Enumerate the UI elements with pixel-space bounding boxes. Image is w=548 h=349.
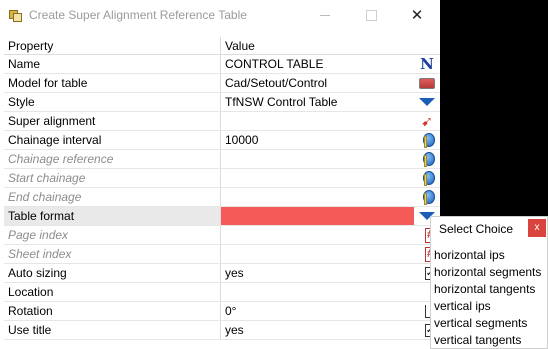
property-label: Name xyxy=(4,55,221,73)
property-row[interactable]: Auto sizingyes✓ xyxy=(4,264,440,283)
property-row[interactable]: Location xyxy=(4,283,440,302)
choice-item[interactable]: horizontal segments xyxy=(431,264,547,281)
property-value[interactable] xyxy=(221,169,414,187)
property-label: Sheet index xyxy=(4,245,221,263)
choice-item[interactable]: horizontal tangents xyxy=(431,281,547,298)
title-bar[interactable]: Create Super Alignment Reference Table ✕ xyxy=(0,0,440,30)
property-value[interactable]: CONTROL TABLE xyxy=(221,55,414,73)
dropdown-icon[interactable] xyxy=(419,94,435,110)
globe-icon[interactable] xyxy=(419,151,435,167)
row-action[interactable]: ➹ xyxy=(414,112,440,130)
property-value[interactable]: yes xyxy=(221,264,414,282)
row-action[interactable] xyxy=(414,93,440,111)
property-value[interactable]: TfNSW Control Table xyxy=(221,93,414,111)
pick-icon[interactable]: ➹ xyxy=(419,113,435,129)
property-value[interactable] xyxy=(221,207,414,225)
property-row[interactable]: Style TfNSW Control Table xyxy=(4,93,440,112)
property-value[interactable] xyxy=(221,150,414,168)
row-action[interactable] xyxy=(414,74,440,92)
property-row[interactable]: Table format xyxy=(4,207,440,226)
property-row[interactable]: Name CONTROL TABLE N xyxy=(4,55,440,74)
property-label: Chainage interval xyxy=(4,131,221,149)
property-row[interactable]: Model for table Cad/Setout/Control xyxy=(4,74,440,93)
property-grid: Property Value Name CONTROL TABLE N Model f… xyxy=(4,37,440,340)
model-icon[interactable] xyxy=(419,75,435,91)
app-icon xyxy=(9,9,22,22)
row-action[interactable] xyxy=(414,150,440,168)
popup-title: Select Choice xyxy=(439,222,514,236)
property-value[interactable] xyxy=(221,226,414,244)
header-property: Property xyxy=(4,37,221,54)
header-value: Value xyxy=(225,39,255,53)
globe-icon[interactable] xyxy=(419,170,435,186)
choice-item[interactable]: vertical segments xyxy=(431,315,547,332)
dialog-window: Create Super Alignment Reference Table ✕… xyxy=(0,0,440,349)
window-title: Create Super Alignment Reference Table xyxy=(29,8,247,22)
minimize-button[interactable] xyxy=(302,0,348,30)
property-label: Model for table xyxy=(4,74,221,92)
n-icon[interactable]: N xyxy=(419,55,435,73)
property-row[interactable]: End chainage xyxy=(4,188,440,207)
property-value[interactable] xyxy=(221,188,414,206)
property-value[interactable]: 10000 xyxy=(221,131,414,149)
property-label: Page index xyxy=(4,226,221,244)
select-choice-popup: Select Choice x horizontal ips horizontal… xyxy=(430,216,548,349)
property-label: Chainage reference xyxy=(4,150,221,168)
property-label: Auto sizing xyxy=(4,264,221,282)
popup-header: Select Choice x xyxy=(431,217,547,241)
choice-item[interactable]: vertical tangents xyxy=(431,332,547,349)
popup-close-button[interactable]: x xyxy=(528,219,546,237)
property-row[interactable]: Page index# xyxy=(4,226,440,245)
property-row[interactable]: Use titleyes✓ xyxy=(4,321,440,340)
maximize-icon xyxy=(365,9,377,21)
maximize-button[interactable] xyxy=(348,0,394,30)
grid-header: Property Value xyxy=(4,37,440,55)
property-label: Location xyxy=(4,283,221,301)
property-row[interactable]: Sheet index# xyxy=(4,245,440,264)
property-row[interactable]: Start chainage xyxy=(4,169,440,188)
property-label: Use title xyxy=(4,321,221,339)
row-action[interactable]: N xyxy=(414,55,440,73)
property-label: Super alignment xyxy=(4,112,221,130)
property-value[interactable]: yes xyxy=(221,321,414,339)
close-button[interactable]: ✕ xyxy=(394,0,440,30)
property-value[interactable] xyxy=(221,245,414,263)
row-action[interactable] xyxy=(414,169,440,187)
choice-list: horizontal ips horizontal segments horizon… xyxy=(431,241,547,349)
property-label: End chainage xyxy=(4,188,221,206)
row-action[interactable] xyxy=(414,188,440,206)
property-value[interactable] xyxy=(221,112,414,130)
minimize-icon xyxy=(320,14,330,16)
globe-icon[interactable] xyxy=(419,189,435,205)
property-value[interactable]: Cad/Setout/Control xyxy=(221,74,414,92)
choice-item[interactable]: vertical ips xyxy=(431,298,547,315)
globe-icon[interactable] xyxy=(419,132,435,148)
property-row[interactable]: Rotation 0° xyxy=(4,302,440,321)
close-icon: ✕ xyxy=(410,7,424,24)
property-row[interactable]: Chainage interval 10000 xyxy=(4,131,440,150)
property-row[interactable]: Super alignment ➹ xyxy=(4,112,440,131)
row-action[interactable] xyxy=(414,131,440,149)
property-value[interactable] xyxy=(221,283,414,301)
property-label: Style xyxy=(4,93,221,111)
property-row[interactable]: Chainage reference xyxy=(4,150,440,169)
choice-item[interactable]: horizontal ips xyxy=(431,247,547,264)
property-label: Table format xyxy=(4,207,221,225)
property-value[interactable]: 0° xyxy=(221,302,414,320)
property-label: Rotation xyxy=(4,302,221,320)
property-label: Start chainage xyxy=(4,169,221,187)
